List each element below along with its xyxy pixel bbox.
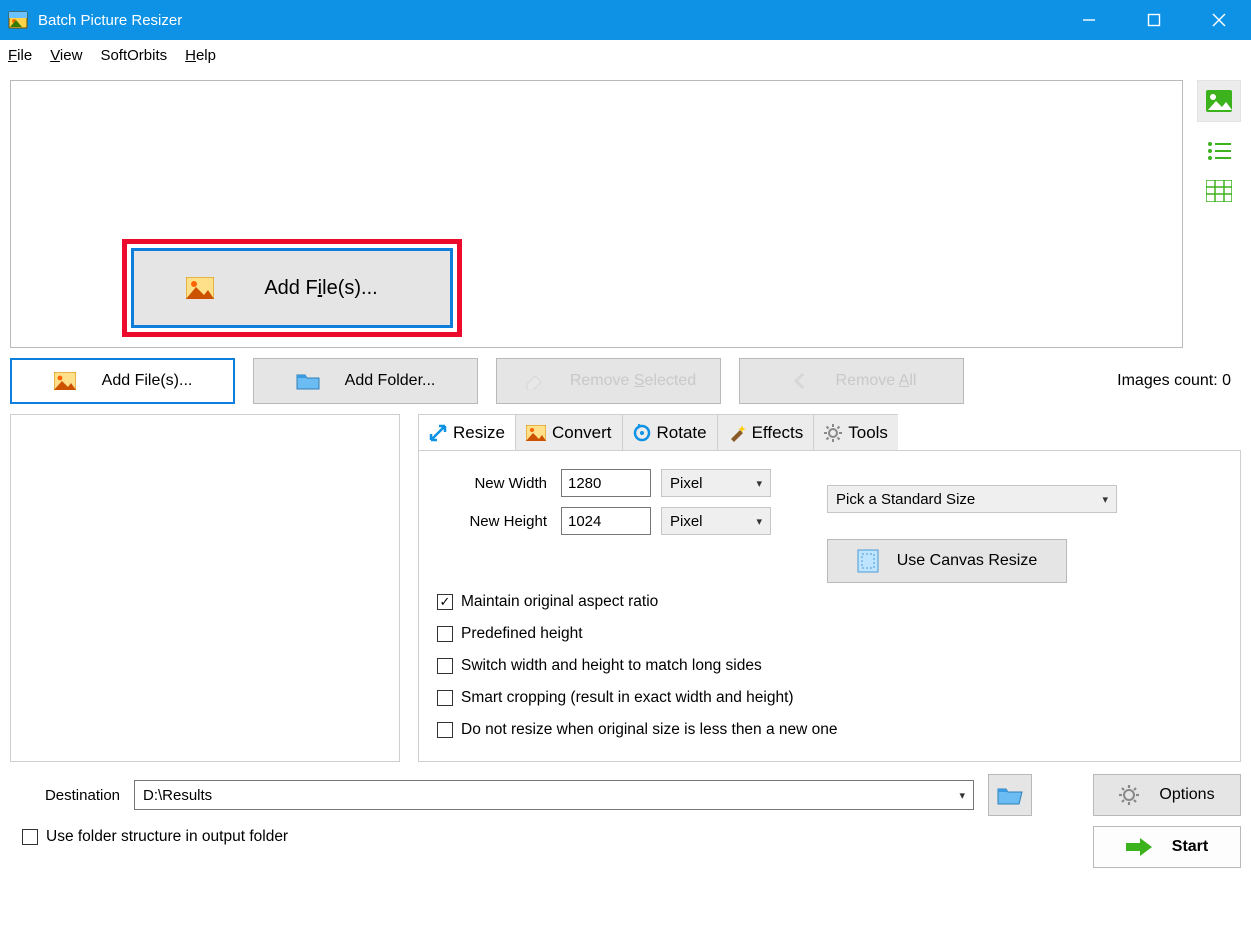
table-view-button[interactable]	[1206, 180, 1232, 202]
new-width-label: New Width	[437, 475, 547, 492]
toolbar: Add File(s)... Add Folder... Remove Sele…	[0, 348, 1251, 404]
checkbox-icon	[437, 690, 453, 706]
chk-no-resize-smaller[interactable]: Do not resize when original size is less…	[437, 721, 1222, 739]
checkbox-icon	[437, 658, 453, 674]
standard-size-select[interactable]: Pick a Standard Size▾	[827, 485, 1117, 513]
picture-icon	[186, 277, 214, 299]
preview-area: Add File(s)...	[10, 80, 1183, 348]
maximize-button[interactable]	[1121, 0, 1186, 40]
checkbox-icon	[22, 829, 38, 845]
add-files-big-button[interactable]: Add File(s)...	[131, 248, 453, 328]
button-label: Add Folder...	[345, 372, 436, 390]
chevron-down-icon: ▾	[756, 477, 762, 490]
list-view-button[interactable]	[1206, 140, 1232, 162]
tab-effects[interactable]: Effects	[718, 415, 815, 450]
checkbox-icon	[437, 722, 453, 738]
chk-aspect-ratio[interactable]: ✓ Maintain original aspect ratio	[437, 593, 1222, 611]
canvas-icon	[857, 549, 879, 573]
button-label: Remove All	[836, 372, 917, 390]
new-height-input[interactable]	[561, 507, 651, 535]
gear-icon	[1119, 785, 1139, 805]
chevron-down-icon: ▾	[756, 515, 762, 528]
chk-folder-structure[interactable]: Use folder structure in output folder	[22, 828, 1093, 846]
chevron-down-icon: ▾	[959, 789, 965, 802]
add-folder-button[interactable]: Add Folder...	[253, 358, 478, 404]
start-button[interactable]: Start	[1093, 826, 1241, 868]
width-unit-select[interactable]: Pixel▾	[661, 469, 771, 497]
app-icon	[8, 11, 28, 29]
new-width-input[interactable]	[561, 469, 651, 497]
menu-file[interactable]: File	[8, 47, 32, 64]
new-height-label: New Height	[437, 513, 547, 530]
menu-view[interactable]: View	[50, 47, 82, 64]
left-blank-panel	[10, 414, 400, 762]
app-title: Batch Picture Resizer	[38, 12, 182, 29]
menu-help[interactable]: Help	[185, 47, 216, 64]
browse-folder-button[interactable]	[988, 774, 1032, 816]
chk-predefined-height[interactable]: Predefined height	[437, 625, 1222, 643]
chk-switch-long-sides[interactable]: Switch width and height to match long si…	[437, 657, 1222, 675]
destination-combo[interactable]: D:\Results ▾	[134, 780, 974, 810]
menu-softorbits[interactable]: SoftOrbits	[100, 47, 167, 64]
checkbox-checked-icon: ✓	[437, 594, 453, 610]
chevron-down-icon: ▾	[1102, 493, 1108, 506]
tab-convert[interactable]: Convert	[516, 415, 623, 450]
checkbox-icon	[437, 626, 453, 642]
images-count-label: Images count: 0	[1117, 372, 1231, 390]
chk-smart-cropping[interactable]: Smart cropping (result in exact width an…	[437, 689, 1222, 707]
footer: Destination D:\Results ▾ Use folder stru…	[0, 762, 1251, 868]
add-files-button[interactable]: Add File(s)...	[10, 358, 235, 404]
options-button[interactable]: Options	[1093, 774, 1241, 816]
titlebar: Batch Picture Resizer	[0, 0, 1251, 40]
resize-panel: New Width Pixel▾ New Height Pixel▾	[418, 450, 1241, 762]
tab-rotate[interactable]: Rotate	[623, 415, 718, 450]
folder-icon	[296, 372, 320, 390]
remove-all-button[interactable]: Remove All	[739, 358, 964, 404]
right-tool-strip	[1197, 80, 1241, 348]
button-label: Add File(s)...	[102, 372, 193, 390]
picture-icon	[53, 372, 77, 390]
close-button[interactable]	[1186, 0, 1251, 40]
menubar: File View SoftOrbits Help	[0, 40, 1251, 70]
minimize-button[interactable]	[1056, 0, 1121, 40]
remove-selected-button[interactable]: Remove Selected	[496, 358, 721, 404]
arrow-right-icon	[1126, 838, 1152, 856]
tab-tools[interactable]: Tools	[814, 415, 898, 450]
folder-open-icon	[997, 785, 1023, 805]
tab-resize[interactable]: Resize	[419, 415, 516, 450]
config-panel: Resize Convert Rotate Effects Tools	[418, 414, 1241, 762]
button-label: Remove Selected	[570, 372, 696, 390]
canvas-resize-button[interactable]: Use Canvas Resize	[827, 539, 1067, 583]
thumbnail-view-button[interactable]	[1197, 80, 1241, 122]
destination-label: Destination	[10, 787, 120, 804]
tabs: Resize Convert Rotate Effects Tools	[418, 414, 898, 450]
chevron-left-icon	[787, 372, 811, 390]
eraser-icon	[521, 372, 545, 390]
add-files-highlight: Add File(s)...	[122, 239, 462, 337]
height-unit-select[interactable]: Pixel▾	[661, 507, 771, 535]
